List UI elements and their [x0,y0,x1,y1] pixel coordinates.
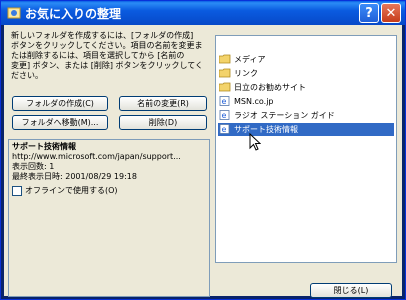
item-name: サポート技術情報 [12,142,76,151]
list-item-label: リンク [234,69,258,78]
create-folder-button[interactable]: フォルダの作成(C) [12,96,108,111]
close-window-button[interactable]: ✕ [381,3,401,23]
ie-page-icon: e [219,110,230,120]
instructions-line: たは削除するには、項目を選択してから [名前の [11,51,185,60]
instructions-line: 変更] ボタン、または [削除] ボタンをクリックしてく [11,61,204,70]
list-item[interactable]: e MSN.co.jp [218,95,394,108]
title-bar[interactable]: お気に入りの整理 ? ✕ [1,1,405,25]
list-item[interactable]: メディア [218,53,394,66]
instructions-text: 新しいフォルダを作成するには、[フォルダの作成] ボタンをクリックしてください。… [11,31,211,81]
item-last-visited: 最終表示日時: 2001/08/29 19:18 [12,172,137,181]
favorites-window-icon [7,7,21,19]
list-item[interactable]: リンク [218,67,394,80]
offline-checkbox-label[interactable]: オフラインで使用する(O) [25,186,118,196]
dialog-body: 新しいフォルダを作成するには、[フォルダの作成] ボタンをクリックしてください。… [4,25,402,298]
item-details-panel: サポート技術情報 http://www.microsoft.com/japan/… [8,139,210,297]
list-item[interactable]: e ラジオ ステーション ガイド [218,109,394,122]
svg-text:e: e [222,125,227,134]
rename-button[interactable]: 名前の変更(R) [119,96,207,111]
folder-icon [219,82,231,92]
ie-page-icon: e [219,96,230,106]
move-to-folder-button[interactable]: フォルダへ移動(M)... [12,115,108,130]
item-visit-count: 表示回数: 1 [12,162,55,171]
ie-page-icon: e [219,124,230,134]
list-item-selected[interactable]: e サポート技術情報 [218,123,394,136]
svg-text:e: e [222,97,227,106]
instructions-line: ボタンをクリックしてください。項目の名前を変更ま [11,41,203,50]
list-item-label: サポート技術情報 [234,125,298,134]
offline-checkbox[interactable] [12,186,22,196]
list-item-label: メディア [234,55,266,64]
favorites-list[interactable]: メディア リンク 日立のお勧めサイト e MSN.co.jp e ラジオ ステー… [215,35,397,263]
instructions-line: ださい。 [11,71,43,80]
folder-icon [219,54,231,64]
close-button[interactable]: 閉じる(L) [310,283,392,298]
mouse-pointer-icon [249,133,261,151]
list-item-label: ラジオ ステーション ガイド [234,111,335,120]
window-title: お気に入りの整理 [25,7,122,21]
help-button[interactable]: ? [359,3,379,23]
list-item-label: 日立のお勧めサイト [234,83,306,92]
folder-icon [219,68,231,78]
instructions-line: 新しいフォルダを作成するには、[フォルダの作成] [11,31,194,40]
organize-favorites-window: お気に入りの整理 ? ✕ 新しいフォルダを作成するには、[フォルダの作成] ボタ… [0,0,406,300]
list-item[interactable]: 日立のお勧めサイト [218,81,394,94]
delete-button[interactable]: 削除(D) [119,115,207,130]
svg-text:e: e [222,111,227,120]
list-item-label: MSN.co.jp [234,97,274,106]
item-url: http://www.microsoft.com/japan/support..… [12,152,181,161]
